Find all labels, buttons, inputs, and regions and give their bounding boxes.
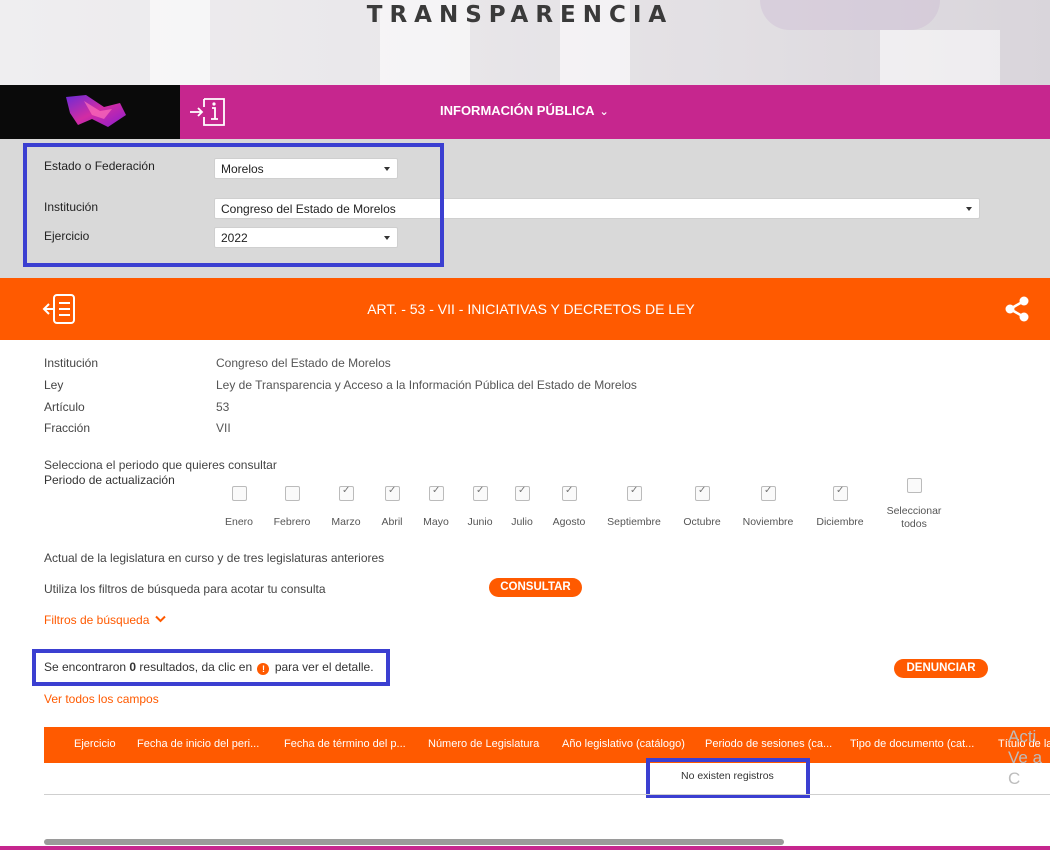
highlight-box-no-records [646, 758, 810, 798]
periodo-prompt: Selecciona el periodo que quieres consul… [44, 458, 277, 472]
month-checkbox[interactable] [429, 485, 444, 501]
month-label: Agosto [552, 516, 586, 528]
detail-ley-label: Ley [44, 378, 64, 392]
column-header-ejercicio[interactable]: Ejercicio [74, 738, 116, 750]
month-septiembre[interactable]: Septiembre [607, 485, 661, 528]
column-header-periodo-sesiones[interactable]: Periodo de sesiones (ca... [705, 738, 832, 750]
detail-fraccion-value: VII [216, 421, 231, 435]
article-title: ART. - 53 - VII - INICIATIVAS Y DECRETOS… [367, 301, 695, 317]
month-octubre[interactable]: Octubre [683, 485, 720, 528]
column-header-tipo-documento[interactable]: Tipo de documento (cat... [850, 738, 974, 750]
main-nav: INFORMACIÓN PÚBLICA ⌄ [0, 85, 1050, 139]
filtros-busqueda-label: Filtros de búsqueda [44, 613, 150, 627]
horizontal-scrollbar[interactable] [44, 839, 784, 845]
month-febrero[interactable]: Febrero [274, 486, 310, 528]
month-label: Marzo [331, 516, 361, 528]
detail-fraccion-label: Fracción [44, 421, 91, 435]
month-agosto[interactable]: Agosto [553, 485, 586, 528]
dropdown-caret-icon [966, 207, 972, 211]
select-all-line-2: todos [901, 518, 927, 530]
banner-title: TRANSPARENCIA [366, 2, 674, 28]
month-label: Septiembre [607, 516, 661, 528]
watermark-line-1: Acti [1008, 727, 1037, 746]
table-divider [44, 794, 1050, 795]
share-icon[interactable] [1004, 296, 1030, 322]
month-checkbox[interactable] [833, 485, 848, 501]
month-checkbox[interactable] [695, 485, 710, 501]
month-label: Octubre [683, 516, 721, 528]
denunciar-button[interactable]: DENUNCIAR [894, 659, 988, 678]
site-logo[interactable] [0, 85, 180, 139]
month-enero[interactable]: Enero [225, 486, 253, 528]
watermark-line-2: Ve a C [1008, 748, 1043, 788]
column-header-ano-legislativo[interactable]: Año legislativo (catálogo) [562, 738, 685, 750]
month-checkbox[interactable] [285, 486, 300, 501]
month-label: Diciembre [816, 516, 864, 528]
month-label: Abril [381, 516, 403, 528]
filtros-busqueda-toggle[interactable]: Filtros de búsqueda [44, 613, 166, 627]
month-checkbox[interactable] [385, 485, 400, 501]
month-checkbox[interactable] [473, 485, 488, 501]
month-label: Julio [511, 516, 533, 528]
month-checkbox[interactable] [761, 485, 776, 501]
detail-ley-value: Ley de Transparencia y Acceso a la Infor… [216, 378, 637, 392]
select-all-months[interactable]: Seleccionar todos [887, 478, 941, 530]
month-checkbox[interactable] [232, 486, 247, 501]
month-junio[interactable]: Junio [467, 485, 492, 528]
month-checkbox[interactable] [562, 485, 577, 501]
activation-watermark: Acti Ve a C [1008, 726, 1050, 789]
column-header-fecha-termino[interactable]: Fecha de término del p... [284, 738, 406, 750]
info-publica-menu[interactable]: INFORMACIÓN PÚBLICA ⌄ [440, 103, 609, 118]
select-all-label: Seleccionar todos [887, 505, 942, 531]
month-label: Junio [467, 516, 493, 528]
chevron-down-icon: ⌄ [599, 106, 609, 118]
footer-bar [0, 846, 1050, 850]
chevron-down-icon [155, 615, 166, 623]
ver-todos-campos-link[interactable]: Ver todos los campos [44, 692, 159, 706]
periodo-label: Periodo de actualización [44, 473, 175, 487]
info-publica-label: INFORMACIÓN PÚBLICA [440, 103, 595, 118]
header-banner: TRANSPARENCIA [0, 0, 1050, 85]
select-all-checkbox[interactable] [907, 478, 922, 493]
month-label: Febrero [273, 516, 311, 528]
select-all-line-1: Seleccionar [886, 505, 942, 517]
month-checkbox[interactable] [339, 485, 354, 501]
detail-institucion-value: Congreso del Estado de Morelos [216, 356, 391, 370]
month-julio[interactable]: Julio [511, 485, 533, 528]
detail-institucion-label: Institución [44, 356, 99, 370]
month-label: Enero [224, 516, 254, 528]
column-header-fecha-inicio[interactable]: Fecha de inicio del peri... [137, 738, 259, 750]
month-diciembre[interactable]: Diciembre [816, 485, 863, 528]
highlight-box-results [32, 649, 390, 686]
month-label: Mayo [423, 516, 449, 528]
month-mayo[interactable]: Mayo [423, 485, 449, 528]
logo-icon [66, 95, 126, 127]
month-marzo[interactable]: Marzo [331, 485, 360, 528]
month-abril[interactable]: Abril [381, 485, 402, 528]
detail-articulo-label: Artículo [44, 400, 85, 414]
results-table-header: Ejercicio Fecha de inicio del peri... Fe… [44, 727, 1050, 763]
info-login-icon[interactable] [188, 93, 228, 131]
consultar-button[interactable]: CONSULTAR [489, 578, 582, 597]
article-header: ART. - 53 - VII - INICIATIVAS Y DECRETOS… [0, 278, 1050, 340]
filtros-hint: Utiliza los filtros de búsqueda para aco… [44, 582, 326, 596]
legislatura-note: Actual de la legislatura en curso y de t… [44, 551, 385, 565]
month-label: Noviembre [742, 516, 794, 528]
month-noviembre[interactable]: Noviembre [743, 485, 794, 528]
detail-articulo-value: 53 [216, 400, 230, 414]
highlight-box-filters [23, 143, 444, 267]
month-checkbox[interactable] [515, 485, 530, 501]
column-header-numero-legislatura[interactable]: Número de Legislatura [428, 738, 539, 750]
month-checkbox[interactable] [627, 485, 642, 501]
